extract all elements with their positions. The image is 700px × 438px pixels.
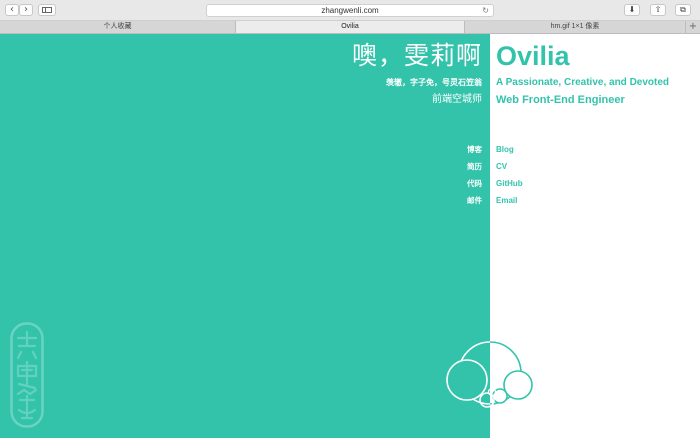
seal-stamp-icon <box>10 322 44 428</box>
link-label-cv: 简历 <box>467 162 482 171</box>
sidebar-icon[interactable] <box>38 4 56 16</box>
download-icon[interactable]: ⬇ <box>624 4 640 16</box>
share-icon[interactable]: ⇧ <box>650 4 666 16</box>
bubbles-logo <box>446 341 533 408</box>
link-github[interactable]: GitHub <box>496 179 523 189</box>
chinese-name: 噢，雯莉啊 <box>351 41 482 70</box>
tab-favorites[interactable]: 个人收藏 <box>0 21 236 33</box>
link-label-blog: 博客 <box>467 145 482 154</box>
browser-toolbar: ‹ › zhangwenli.com ↻ ⬇ ⇧ ⧉ <box>0 0 700 21</box>
tab-bar: 个人收藏 Ovilia hm.gif 1×1 像素 + <box>0 21 700 34</box>
forward-icon[interactable]: › <box>19 4 33 16</box>
english-role: Web Front-End Engineer <box>496 94 625 106</box>
link-blog[interactable]: Blog <box>496 145 514 155</box>
link-label-email: 邮件 <box>467 196 482 205</box>
chinese-role: 前端空城师 <box>432 94 482 105</box>
chinese-alias: 羡辙，字子免，号灵石笠翁 <box>386 78 482 87</box>
tab-hm-gif[interactable]: hm.gif 1×1 像素 <box>465 21 686 33</box>
left-panel <box>0 34 490 438</box>
english-name: Ovilia <box>496 41 570 71</box>
tabs-overview-icon[interactable]: ⧉ <box>675 4 691 16</box>
reload-icon[interactable]: ↻ <box>482 5 489 16</box>
english-tagline: A Passionate, Creative, and Devoted <box>496 77 670 88</box>
url-text: zhangwenli.com <box>321 6 379 15</box>
link-label-github: 代码 <box>467 179 482 188</box>
link-cv[interactable]: CV <box>496 162 507 172</box>
address-bar[interactable]: zhangwenli.com ↻ <box>206 4 494 17</box>
link-email[interactable]: Email <box>496 196 517 206</box>
tab-ovilia[interactable]: Ovilia <box>236 21 465 33</box>
new-tab-icon[interactable]: + <box>686 21 700 33</box>
back-icon[interactable]: ‹ <box>5 4 19 16</box>
